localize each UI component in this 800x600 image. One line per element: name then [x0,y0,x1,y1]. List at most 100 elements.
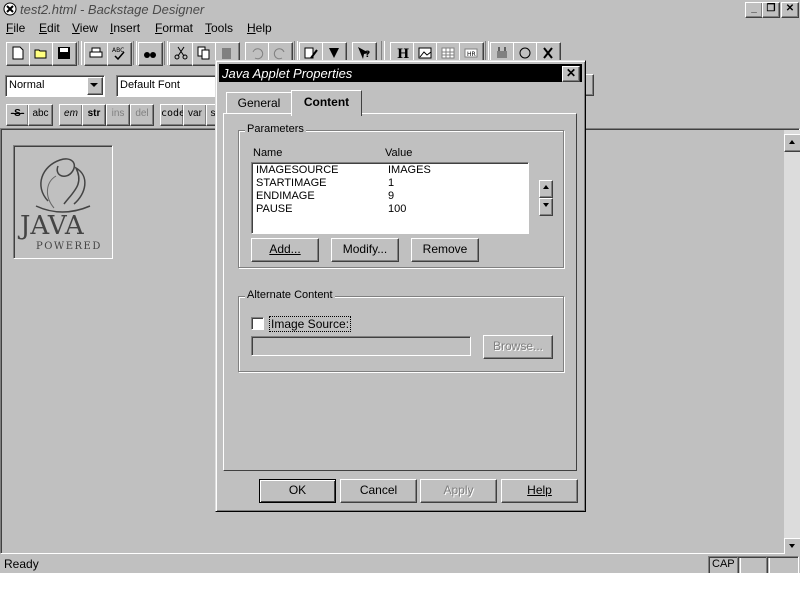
title-bar: test2.html - Backstage Designer _ ❐ ✕ [0,0,800,19]
strong-button-label: str [87,108,101,119]
content-tab-panel: Parameters Name Value IMAGESOURCE IMAGES S… [223,113,577,471]
ok-button[interactable]: OK [259,479,336,503]
parameter-name: PAUSE [256,203,293,215]
alternate-content-group: Alternate Content Image Source: Browse..… [238,289,564,372]
dialog-close-button[interactable]: ✕ [562,66,580,82]
modify-parameter-button[interactable]: Modify... [331,238,399,262]
chevron-down-icon[interactable] [87,77,103,95]
strikethrough-button[interactable]: -S- [6,104,29,126]
font-select[interactable]: Default Font [116,75,220,97]
logo-tagline-text: POWERED [36,241,102,252]
remove-parameter-button[interactable]: Remove [411,238,479,262]
parameters-group-label: Parameters [245,123,306,135]
find-button[interactable] [138,42,163,66]
menu-label-rest: ile [13,21,26,35]
table-row[interactable]: ENDIMAGE 9 [256,190,524,203]
column-header-value: Value [385,147,413,159]
table-row[interactable]: STARTIMAGE 1 [256,177,524,190]
table-row[interactable]: IMAGESOURCE IMAGES [256,164,524,177]
cancel-button[interactable]: Cancel [340,479,417,503]
print-button[interactable] [84,42,109,66]
menu-file[interactable]: File [6,21,25,35]
menu-mnemonic: V [72,21,80,35]
heading-icon: H [397,47,409,60]
delete-button[interactable]: del [130,104,154,126]
parameter-value: 100 [388,203,407,215]
scroll-up-button[interactable] [784,134,800,152]
table-row[interactable]: PAUSE 100 [256,203,524,216]
strong-button[interactable]: str [82,104,106,126]
parameter-value: 1 [388,177,395,189]
copy-icon [197,46,210,60]
menu-help[interactable]: Help [247,21,272,35]
dialog-title-bar: Java Applet Properties ✕ [219,64,582,82]
paragraph-style-value: Normal [9,79,45,91]
tab-content-label: Content [303,95,350,109]
floppy-disk-icon [58,47,70,59]
image-source-checkbox[interactable] [251,317,264,330]
menu-label-rest: elp [255,21,272,35]
spellcheck-button[interactable]: ABC [107,42,132,66]
menu-mnemonic: H [247,21,256,35]
modify-button-label: Modify... [342,242,388,256]
image-source-field[interactable] [251,336,471,356]
tab-content[interactable]: Content [291,90,362,116]
close-window-button[interactable]: ✕ [781,2,799,18]
tab-general[interactable]: General [226,92,292,113]
paragraph-style-select[interactable]: Normal [5,75,105,97]
insert-button[interactable]: ins [106,104,130,126]
java-coffee-cup-icon: JAVA POWERED [17,158,102,252]
menu-insert[interactable]: Insert [110,21,140,35]
parameters-list[interactable]: IMAGESOURCE IMAGES STARTIMAGE 1 ENDIMAGE 9 PAU… [251,162,529,234]
code-button[interactable]: code [160,104,186,126]
add-parameter-button[interactable]: Add... [251,238,319,262]
minimize-button[interactable]: _ [745,2,763,18]
scissors-icon [174,46,188,60]
code-button-label: code [161,108,186,119]
app-icon[interactable] [3,2,17,16]
menu-tools[interactable]: Tools [205,21,233,35]
alternate-content-group-label: Alternate Content [245,289,335,301]
menu-format[interactable]: Format [155,21,193,35]
help-button[interactable]: Help [501,479,578,503]
restore-button[interactable]: ❐ [762,2,780,18]
java-applet-properties-dialog: Java Applet Properties ✕ General Content… [215,60,586,512]
desktop-background [0,573,800,600]
emphasis-button-label: em [64,108,78,119]
table-icon [441,47,455,59]
browse-button-label: Browse... [492,339,543,353]
image-icon [418,47,432,59]
dialog-title: Java Applet Properties [222,66,353,81]
vertical-scrollbar[interactable] [784,130,800,556]
small-caps-button[interactable]: abc [28,104,53,126]
browse-button[interactable]: Browse... [483,335,553,359]
menu-label-rest: nsert [113,21,141,35]
strikethrough-button-label: -S- [10,108,25,119]
parameter-name: IMAGESOURCE [256,164,339,176]
menu-label-rest: ools [211,21,234,35]
copy-button[interactable] [192,42,217,66]
cut-button[interactable] [169,42,194,66]
move-up-button[interactable] [539,180,553,198]
apply-button[interactable]: Apply [420,479,497,503]
new-button[interactable] [6,42,31,66]
emphasis-button[interactable]: em [59,104,83,126]
menu-edit[interactable]: Edit [39,21,60,35]
plugin-icon [497,47,507,58]
java-powered-logo[interactable]: JAVA POWERED [13,145,113,259]
redo-icon [273,48,285,60]
menu-view[interactable]: View [72,21,98,35]
help-cursor-icon: ? [358,47,370,60]
cancel-button-label: Cancel [359,483,398,497]
horizontal-rule-icon: HR [464,48,478,58]
open-button[interactable] [29,42,54,66]
parameters-group: Parameters Name Value IMAGESOURCE IMAGES S… [238,123,564,268]
printer-icon [89,47,103,58]
move-down-button[interactable] [539,198,553,216]
status-bar: Ready CAP [0,554,800,574]
save-button[interactable] [52,42,77,66]
arrow-down-icon [543,203,549,207]
image-source-checkbox-label[interactable]: Image Source: [269,316,352,332]
add-button-label: Add... [269,242,301,256]
variable-button[interactable]: var [183,104,207,126]
